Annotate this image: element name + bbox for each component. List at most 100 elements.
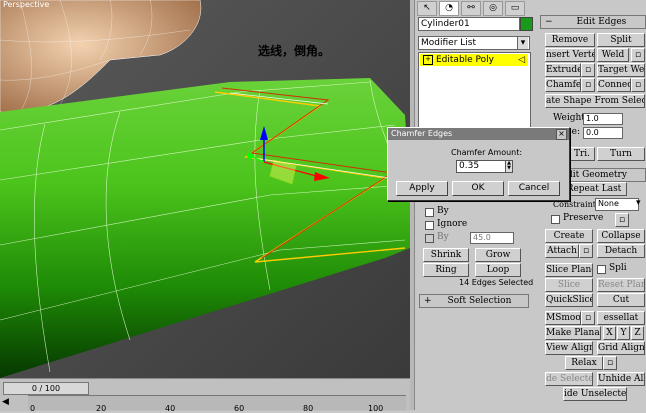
display-icon[interactable]: ▭ [505, 1, 525, 16]
hide-unselected-button[interactable]: ide Unselecte [563, 387, 627, 401]
msmooth-button[interactable]: MSmooth [545, 311, 581, 325]
weight-spinner[interactable]: 1.0 [583, 113, 623, 125]
create-icon[interactable]: ↖ [417, 1, 437, 16]
edit-edges-rollout[interactable]: − Edit Edges [540, 15, 646, 29]
timeline-tick: 20 [96, 404, 107, 413]
expand-icon: + [424, 296, 432, 306]
selection-status: 14 Edges Selected [459, 278, 534, 287]
constraints-dropdown[interactable]: None [595, 198, 639, 211]
attach-button[interactable]: Attach [545, 244, 579, 258]
reset-plane-button[interactable]: Reset Plane [597, 278, 645, 292]
turn-button[interactable]: Turn [597, 147, 645, 161]
edit-edges-title: Edit Edges [576, 17, 627, 27]
object-color-swatch[interactable] [520, 17, 533, 31]
chevron-down-icon[interactable]: ▾ [636, 198, 641, 208]
target-weld-button[interactable]: Target Weld [597, 63, 645, 77]
cut-button[interactable]: Cut [597, 293, 645, 307]
edit-tri-button[interactable]: Tri. [569, 147, 595, 161]
spinner-arrows-icon[interactable]: ▲ ▼ [505, 160, 513, 173]
create-button[interactable]: Create [545, 229, 593, 243]
motion-icon[interactable]: ◎ [483, 1, 503, 16]
by-angle-checkbox[interactable] [425, 234, 434, 243]
chamfer-button[interactable]: Chamfer [545, 78, 581, 92]
stack-item-label: Editable Poly [436, 55, 494, 65]
time-slider[interactable]: 0 / 100 [3, 382, 89, 395]
msmooth-settings-icon[interactable]: ▫ [581, 311, 595, 325]
modify-icon[interactable]: ◔ [439, 1, 459, 16]
soft-selection-rollout[interactable]: + Soft Selection [419, 294, 529, 308]
grid-align-button[interactable]: Grid Align [597, 341, 645, 355]
hierarchy-icon[interactable]: ⚯ [461, 1, 481, 16]
chamfer-edges-dialog: Chamfer Edges × Chamfer Amount: 0.35 ▲ ▼ … [387, 127, 570, 201]
detach-button[interactable]: Detach [597, 244, 645, 258]
relax-settings-icon[interactable]: ▫ [603, 356, 617, 370]
extrude-settings-icon[interactable]: ▫ [581, 63, 595, 77]
ring-button[interactable]: Ring [423, 263, 469, 277]
cancel-button[interactable]: Cancel [508, 181, 560, 196]
relax-button[interactable]: Relax [565, 356, 603, 370]
timeline-tick: 40 [165, 404, 176, 413]
extrude-button[interactable]: Extrude [545, 63, 581, 77]
pin-icon: ◁ [518, 55, 525, 65]
attach-settings-icon[interactable]: ▫ [579, 244, 593, 258]
ignore-backfacing-label: Ignore [437, 219, 468, 229]
insert-vertex-button[interactable]: nsert Verte [545, 48, 595, 62]
ok-button[interactable]: OK [452, 181, 504, 196]
tessellate-button[interactable]: essellat [597, 311, 645, 325]
planar-x-button[interactable]: X [603, 326, 616, 340]
grow-button[interactable]: Grow [475, 248, 521, 262]
chamfer-amount-label: Chamfer Amount: [451, 148, 523, 157]
collapse-button[interactable]: Collapse [597, 229, 645, 243]
split-button[interactable]: Split [597, 33, 645, 47]
weld-button[interactable]: Weld [597, 48, 629, 62]
view-align-button[interactable]: View Align [545, 341, 593, 355]
hide-selected-button[interactable]: de Selecte [545, 372, 593, 386]
close-icon[interactable]: × [556, 129, 567, 140]
collapse-icon: − [545, 17, 553, 27]
by-vertex-label: By [437, 206, 449, 216]
viewport-scene [0, 0, 410, 378]
timeline-tick: 60 [234, 404, 245, 413]
remove-button[interactable]: Remove [545, 33, 595, 47]
timeline-tick: 0 [30, 404, 36, 413]
crease-spinner[interactable]: 0.0 [583, 127, 623, 139]
planar-y-button[interactable]: Y [617, 326, 630, 340]
ignore-backfacing-checkbox[interactable] [425, 221, 434, 230]
tutorial-note: 选线，倒角。 [258, 44, 331, 58]
quickslice-button[interactable]: QuickSlice [545, 293, 593, 307]
timeline-arrow-icon[interactable]: ◀ [2, 397, 9, 407]
viewport-label[interactable]: Perspective [3, 0, 49, 9]
by-angle-label: By [437, 232, 449, 242]
dialog-title[interactable]: Chamfer Edges [388, 128, 569, 140]
chamfer-settings-icon[interactable]: ▫ [581, 78, 595, 92]
timeline-ruler[interactable]: 0 20 40 60 80 100 [28, 395, 406, 413]
slice-button[interactable]: Slice [545, 278, 593, 292]
edit-panel: − Edit Edges Remove Split nsert Verte Wel… [537, 14, 646, 410]
by-vertex-checkbox[interactable] [425, 208, 434, 217]
modifier-list-dropdown[interactable]: Modifier List ▾ [418, 36, 530, 50]
timeline-tick: 100 [368, 404, 384, 413]
create-shape-button[interactable]: ate Shape From Select [545, 94, 645, 108]
shrink-button[interactable]: Shrink [423, 248, 469, 262]
angle-spinner[interactable]: 45.0 [470, 232, 514, 244]
modifier-list-label: Modifier List [421, 38, 476, 48]
connect-button[interactable]: Connect [597, 78, 631, 92]
object-name-field[interactable]: Cylinder01 [418, 17, 520, 31]
perspective-viewport[interactable]: Perspective 选线，倒角。 [0, 0, 410, 378]
preserve-uvs-checkbox[interactable] [551, 215, 560, 224]
soft-selection-label: Soft Selection [447, 296, 512, 306]
slice-plane-button[interactable]: Slice Plane [545, 263, 593, 277]
apply-button[interactable]: Apply [396, 181, 448, 196]
weld-settings-icon[interactable]: ▫ [631, 48, 645, 62]
planar-z-button[interactable]: Z [631, 326, 644, 340]
split-checkbox[interactable] [597, 265, 606, 274]
connect-settings-icon[interactable]: ▫ [631, 78, 645, 92]
repeat-last-button[interactable]: Repeat Last [561, 182, 627, 196]
make-planar-button[interactable]: Make Planar [545, 326, 601, 340]
loop-button[interactable]: Loop [475, 263, 521, 277]
expand-icon[interactable]: + [423, 54, 433, 65]
unhide-all-button[interactable]: Unhide All [597, 372, 645, 386]
chamfer-amount-input[interactable]: 0.35 [456, 160, 506, 173]
preserve-settings-icon[interactable]: ▫ [615, 213, 629, 227]
stack-item-editable-poly[interactable]: + Editable Poly ◁ [420, 54, 528, 66]
